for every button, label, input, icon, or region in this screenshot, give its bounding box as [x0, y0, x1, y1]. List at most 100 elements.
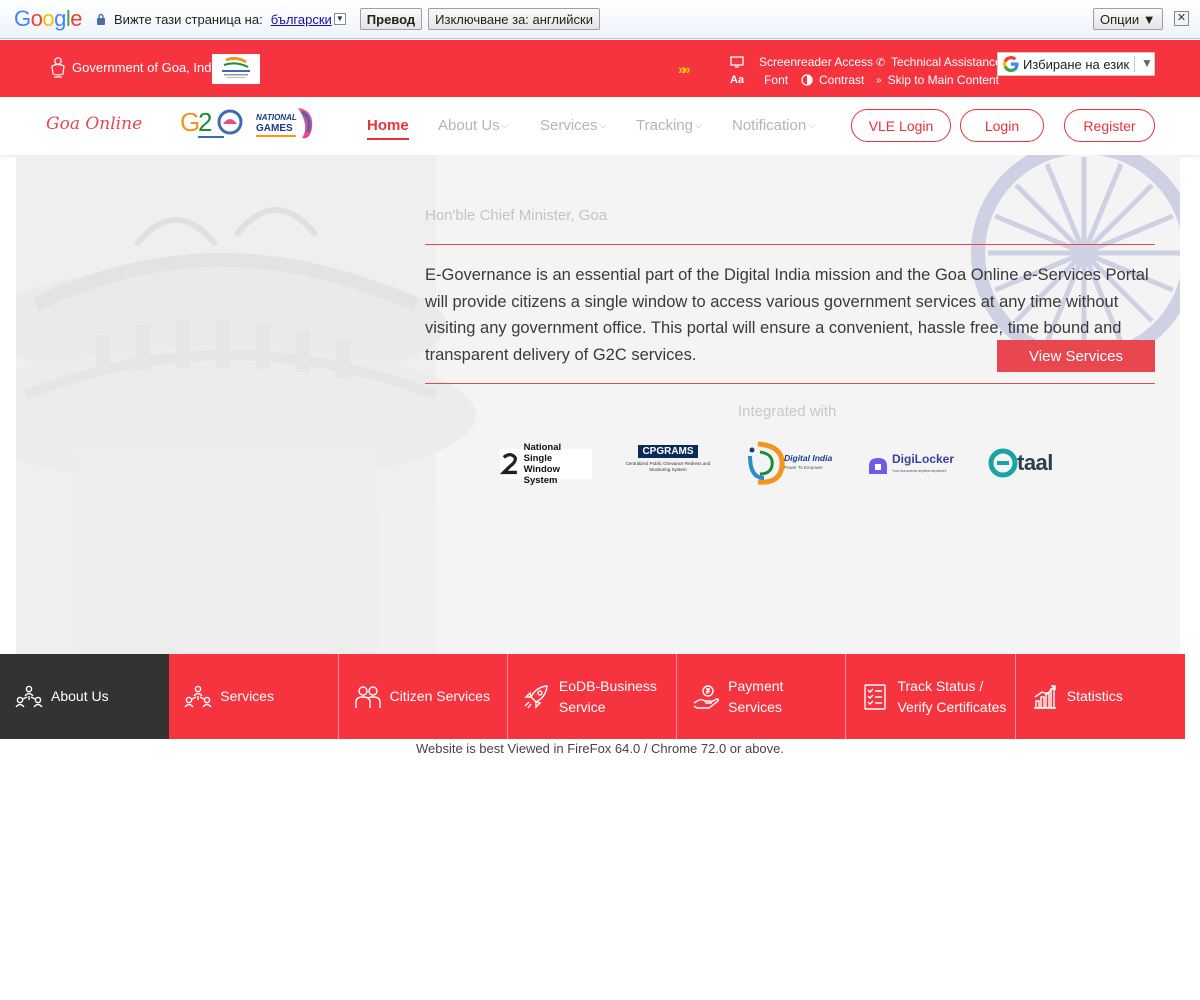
tile-citizen-services[interactable]: Citizen Services: [338, 654, 508, 739]
tile-track-status[interactable]: Track Status / Verify Certificates: [846, 654, 1016, 739]
language-select[interactable]: Избиране на език ▼: [997, 52, 1155, 76]
contrast-label: Contrast: [819, 73, 865, 87]
nav-tracking-label: Tracking: [636, 117, 693, 134]
view-services-button[interactable]: View Services: [997, 340, 1155, 372]
chevron-down-icon: ⌵: [599, 120, 607, 130]
cpgrams-label: CPGRAMS: [638, 445, 698, 458]
nav-about-us[interactable]: About Us ⌵: [438, 117, 509, 134]
divider: [425, 383, 1155, 384]
hero-banner: [16, 155, 1180, 654]
phone-icon: ✆: [876, 56, 886, 69]
tile-citizen-services-label: Citizen Services: [389, 688, 490, 704]
etaal-logo[interactable]: taal: [988, 445, 1078, 481]
chevron-down-icon[interactable]: ▼: [333, 13, 346, 25]
main-navbar: Goa Online G 2 NATIONAL GAMES Home About…: [0, 97, 1200, 155]
checklist-icon: [864, 683, 887, 710]
nav-tracking[interactable]: Tracking ⌵: [636, 117, 702, 134]
integrated-with-heading: Integrated with: [738, 403, 837, 420]
font-size-link[interactable]: Aa Font: [730, 73, 788, 87]
chevron-down-icon: ⌵: [694, 120, 702, 130]
nav-about-us-label: About Us: [438, 117, 500, 134]
screenreader-access-link[interactable]: Screenreader Access: [730, 55, 873, 69]
chevron-down-icon: ▼: [1141, 56, 1153, 70]
chevron-down-icon: ⌵: [501, 120, 509, 130]
digital-india-mark-icon: [748, 441, 785, 485]
exclude-language-button[interactable]: Изключване за: английски: [428, 8, 600, 30]
nav-services-label: Services: [540, 117, 598, 134]
translate-button[interactable]: Превод: [359, 8, 423, 30]
nav-home-label: Home: [367, 117, 409, 134]
login-button[interactable]: Login: [960, 109, 1044, 142]
chief-minister-title: Hon'ble Chief Minister, Goa: [425, 207, 608, 224]
nsws-mark-icon: [500, 452, 518, 475]
skip-label: Skip to Main Content: [887, 73, 999, 87]
close-icon[interactable]: ✕: [1174, 11, 1189, 26]
lock-icon: [96, 13, 106, 25]
digilocker-label: DigiLocker: [892, 452, 955, 466]
contrast-icon: [801, 74, 813, 86]
people-network-icon: [184, 685, 212, 707]
nsws-line1: National Single: [523, 442, 562, 464]
goa-online-logo[interactable]: Goa Online: [46, 114, 142, 134]
gov-title[interactable]: Government of Goa, India: [72, 60, 222, 75]
emblem-icon: [51, 57, 65, 78]
nav-home[interactable]: Home: [367, 117, 409, 140]
cpgrams-logo[interactable]: CPGRAMS Centralized Public Grievance Red…: [620, 445, 716, 483]
register-button[interactable]: Register: [1064, 109, 1155, 142]
people-network-icon: [15, 685, 43, 707]
digital-india-label: Digital India: [784, 453, 833, 463]
translate-language-select[interactable]: български: [271, 12, 332, 27]
nav-notification[interactable]: Notification ⌵: [732, 117, 815, 134]
tile-eodb-business-service[interactable]: EoDB-Business Service: [507, 654, 678, 739]
national-games-logo: NATIONAL GAMES: [256, 108, 313, 139]
background-illustration: [16, 155, 1180, 654]
tile-about-us-label: About Us: [51, 688, 109, 704]
browser-compatibility-note: Website is best Viewed in FireFox 64.0 /…: [415, 741, 785, 756]
translate-prompt: Вижте тази страница на:: [114, 11, 263, 27]
svg-text:2: 2: [198, 107, 212, 137]
skip-to-main-link[interactable]: » Skip to Main Content: [876, 73, 999, 87]
citizens-icon: [354, 685, 381, 708]
tile-payment-services[interactable]: Payment Services: [677, 654, 847, 739]
nav-services[interactable]: Services ⌵: [540, 117, 606, 134]
tile-about-us[interactable]: About Us: [0, 654, 170, 739]
tile-services-label: Services: [220, 688, 274, 704]
screenreader-label: Screenreader Access: [759, 55, 874, 69]
nsws-logo[interactable]: National Single Window System: [500, 442, 592, 486]
translate-language-label: български: [270, 11, 332, 27]
double-chevron-right-icon: »»: [678, 61, 690, 77]
double-chevron-down-icon: »: [876, 74, 882, 86]
tile-eodb-business-service-label: EoDB-Business Service: [558, 677, 657, 715]
svg-text:GAMES: GAMES: [256, 123, 293, 134]
digital-india-logo[interactable]: Digital India Power To Empower: [744, 440, 836, 486]
technical-assistance-link[interactable]: ✆ Technical Assistance: [876, 55, 1002, 69]
divider: [425, 244, 1155, 245]
tile-statistics-label: Statistics: [1066, 688, 1123, 704]
chevron-down-icon: ⌵: [808, 120, 816, 130]
svg-text:NATIONAL: NATIONAL: [256, 113, 297, 122]
etaal-mark-icon: [988, 448, 1018, 478]
font-label: Font: [764, 73, 789, 87]
azadi-logo: [212, 54, 260, 84]
rocket-icon: [524, 684, 548, 709]
google-g-icon: [1003, 56, 1019, 72]
digilocker-logo[interactable]: DigiLocker Your documents anytime anywhe…: [867, 451, 959, 479]
tile-track-status-label: Track Status / Verify Certificates: [897, 677, 1007, 715]
payment-hand-icon: [693, 684, 720, 709]
vle-login-button[interactable]: VLE Login: [851, 109, 951, 142]
g20-logo: G 2: [180, 107, 243, 138]
google-translate-bar: Google Вижте тази страница на: български…: [0, 0, 1200, 39]
options-button[interactable]: Опции ▼: [1093, 8, 1163, 30]
tile-statistics[interactable]: Statistics: [1015, 654, 1186, 739]
etaal-label: taal: [1017, 450, 1053, 475]
language-select-label: Избиране на език: [1023, 56, 1130, 72]
bar-chart-icon: [1033, 684, 1056, 709]
tile-services[interactable]: Services: [169, 654, 339, 739]
cpgrams-subtitle: Centralized Public Grievance Redress and…: [625, 461, 711, 472]
technical-label: Technical Assistance: [891, 55, 1002, 69]
quick-links-bar: About Us Services Citizen Services EoDB-…: [0, 654, 1186, 739]
divider: [1134, 56, 1135, 72]
contrast-link[interactable]: Contrast: [801, 73, 864, 87]
font-icon: Aa: [730, 74, 745, 86]
monitor-icon: [730, 56, 744, 68]
